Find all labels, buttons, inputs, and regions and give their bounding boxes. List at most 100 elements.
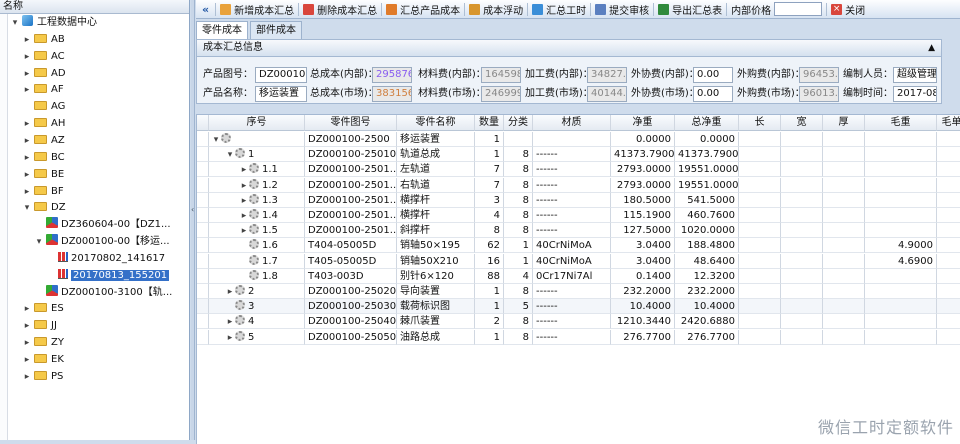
table-row[interactable]: ▸ 1.4 DZ000100-2501... 横撑杆 4 8 ------ 115.1900 4… <box>197 208 960 223</box>
purchase-internal-field[interactable]: 96453. <box>799 67 839 83</box>
expand-arrow-icon[interactable]: ▸ <box>239 209 249 222</box>
grid-header-cell[interactable]: 零件名称 <box>397 115 475 131</box>
tree-node[interactable]: ▸ BF <box>22 184 64 200</box>
grid-header-cell[interactable]: 分类 <box>504 115 533 131</box>
tab-assembly-cost[interactable]: 部件成本 <box>250 21 302 39</box>
editor-field[interactable]: 超级管理 <box>893 67 937 83</box>
total-market-field[interactable]: 383156. <box>372 86 412 102</box>
hours-chart-button[interactable]: 汇总工时 <box>528 1 590 18</box>
delete-doc-button[interactable]: 删除成本汇总 <box>299 1 381 18</box>
tree-node[interactable]: DZ000100-3100【轨... <box>34 284 172 301</box>
table-row[interactable]: ▸ 1.3 DZ000100-2501... 横撑杆 3 8 ------ 180.5000 5… <box>197 192 960 208</box>
total-internal-field[interactable]: 295876. <box>372 67 412 83</box>
table-row[interactable]: ▾ 1 DZ000100-250100 轨道总成 1 8 ------ 41373.7900 4… <box>197 147 960 163</box>
product-name-field[interactable]: 移运装置 <box>255 86 307 102</box>
table-row[interactable]: 1.8 T403-003D 别针6×120 88 4 0Cr17Ni7Al 0.1400 12… <box>197 268 960 284</box>
internal-price-input[interactable] <box>774 2 823 16</box>
tree-node[interactable]: ▸ ZY <box>22 335 64 351</box>
grid-header-cell[interactable]: 序号 <box>209 115 305 131</box>
tree-node[interactable]: ▸ JJ <box>22 318 57 334</box>
collapse-arrow-icon[interactable]: ▾ <box>211 133 221 146</box>
expand-arrow-icon[interactable]: ▸ <box>22 150 32 166</box>
outsource-market-field[interactable]: 0.00 <box>693 86 733 102</box>
grid-header-cell[interactable]: 毛单 <box>937 115 960 131</box>
grid-header-cell[interactable]: 总净重 <box>675 115 739 131</box>
table-row[interactable]: ▸ 5 DZ000100-250500 油路总成 1 8 ------ 276.7700 276… <box>197 329 960 345</box>
expand-arrow-icon[interactable]: ▸ <box>22 133 32 149</box>
material-market-field[interactable]: 246999 <box>481 86 521 102</box>
expand-arrow-icon[interactable]: ▸ <box>239 163 249 176</box>
expand-arrow-icon[interactable]: ▸ <box>22 318 32 334</box>
grid-header-cell[interactable]: 宽 <box>781 115 823 131</box>
expand-arrow-icon[interactable]: ▸ <box>22 301 32 317</box>
tree-node[interactable]: ▸ PS <box>22 369 63 385</box>
material-internal-field[interactable]: 164598 <box>481 67 521 83</box>
grid-header-cell[interactable]: 数量 <box>475 115 504 131</box>
expand-arrow-icon[interactable]: ▸ <box>225 315 235 328</box>
expand-arrow-icon[interactable]: ▸ <box>22 116 32 132</box>
expand-arrow-icon[interactable]: ▸ <box>22 32 32 48</box>
grid-header-cell[interactable]: 材质 <box>533 115 611 131</box>
submit-button[interactable]: 提交审核 <box>591 1 653 18</box>
collapse-chevron-icon[interactable]: ▲ <box>928 40 935 56</box>
purchase-market-field[interactable]: 96013. <box>799 86 839 102</box>
table-row[interactable]: ▸ 1.5 DZ000100-2501... 斜撑杆 8 8 ------ 127.5000 1… <box>197 223 960 239</box>
tree-node[interactable]: ▸ AZ <box>22 133 65 149</box>
grid-header-cell[interactable]: 净重 <box>611 115 675 131</box>
collapse-arrow-icon[interactable]: ▾ <box>22 200 32 216</box>
collapse-arrow-icon[interactable]: ▾ <box>34 234 44 250</box>
splitter[interactable]: ‹ <box>191 0 195 440</box>
tree-node[interactable]: ▸ AB <box>22 32 65 48</box>
table-row[interactable]: 1.7 T405-05005D 销轴50X210 16 1 40CrNiMoA 3.0400… <box>197 253 960 269</box>
expand-arrow-icon[interactable]: ▸ <box>22 184 32 200</box>
tree-node[interactable]: DZ360604-00【DZ1... <box>34 217 171 233</box>
collapse-arrow-icon[interactable]: ▾ <box>10 15 20 31</box>
table-row[interactable]: ▾ DZ000100-2500 移运装置 1 0.0000 0.0000 <box>197 132 960 147</box>
tree-node[interactable]: ▸ AD <box>22 66 66 82</box>
process-internal-field[interactable]: 34827.( <box>587 67 627 83</box>
close-button[interactable]: × 关闭 <box>827 1 869 18</box>
tree-node[interactable]: ▸ EK <box>22 352 64 368</box>
expand-arrow-icon[interactable]: ▸ <box>22 49 32 65</box>
expand-arrow-icon[interactable]: ▸ <box>22 66 32 82</box>
outsource-internal-field[interactable]: 0.00 <box>693 67 733 83</box>
table-row[interactable]: ▸ 4 DZ000100-250400 棘爪装置 2 8 ------ 1210.3440 24… <box>197 314 960 330</box>
splitter-grip-icon[interactable]: ‹ <box>191 205 194 214</box>
edit-time-field[interactable]: 2017-08 <box>893 86 937 102</box>
tree-node[interactable]: 20170802_141617 <box>46 251 165 267</box>
expand-arrow-icon[interactable]: ▸ <box>22 369 32 385</box>
tree-node[interactable]: ▾ DZ000100-00【移运... <box>34 234 170 250</box>
tree-node[interactable]: ▸ BE <box>22 167 64 183</box>
collapse-panel-button[interactable]: « <box>196 1 215 18</box>
expand-arrow-icon[interactable]: ▸ <box>22 335 32 351</box>
grid-header-cell[interactable]: 厚 <box>823 115 865 131</box>
tree-node[interactable]: ▾ DZ <box>22 200 66 216</box>
grid-header-cell[interactable]: 零件图号 <box>305 115 397 131</box>
add-doc-button[interactable]: 新增成本汇总 <box>216 1 298 18</box>
internal-price-toggle[interactable]: 内部价格 <box>727 1 826 18</box>
product-code-field[interactable]: DZ000100 <box>255 67 307 83</box>
tree-node[interactable]: AG <box>22 99 65 115</box>
expand-arrow-icon[interactable]: ▸ <box>239 224 249 237</box>
grid-header-cell[interactable]: 长 <box>739 115 781 131</box>
expand-arrow-icon[interactable]: ▸ <box>22 352 32 368</box>
table-row[interactable]: ▸ 2 DZ000100-250200 导向装置 1 8 ------ 232.2000 232… <box>197 284 960 299</box>
tab-part-cost[interactable]: 零件成本 <box>196 21 248 39</box>
tree-node[interactable]: ▾ 工程数据中心 <box>10 15 97 31</box>
tree-node[interactable]: 20170813_155201 <box>46 268 170 284</box>
process-market-field[interactable]: 40144.( <box>587 86 627 102</box>
grid-header-cell[interactable]: 毛重 <box>865 115 937 131</box>
expand-arrow-icon[interactable]: ▸ <box>225 331 235 344</box>
table-row[interactable]: 3 DZ000100-250300 载荷标识图 1 5 ------ 10.4000 10.4… <box>197 299 960 315</box>
collapse-arrow-icon[interactable]: ▾ <box>225 148 235 161</box>
excel-button[interactable]: 导出汇总表 <box>654 1 726 18</box>
expand-arrow-icon[interactable]: ▸ <box>239 179 249 192</box>
expand-arrow-icon[interactable]: ▸ <box>225 285 235 298</box>
expand-arrow-icon[interactable]: ▸ <box>22 82 32 98</box>
table-row[interactable]: ▸ 1.1 DZ000100-2501... 左轨道 7 8 ------ 2793.0000… <box>197 162 960 178</box>
tree-node[interactable]: ▸ AH <box>22 116 65 132</box>
tree-node[interactable]: ▸ ES <box>22 301 64 317</box>
tree-node[interactable]: ▸ AC <box>22 49 65 65</box>
expand-arrow-icon[interactable]: ▸ <box>22 167 32 183</box>
tree-node[interactable]: ▸ AF <box>22 82 64 98</box>
